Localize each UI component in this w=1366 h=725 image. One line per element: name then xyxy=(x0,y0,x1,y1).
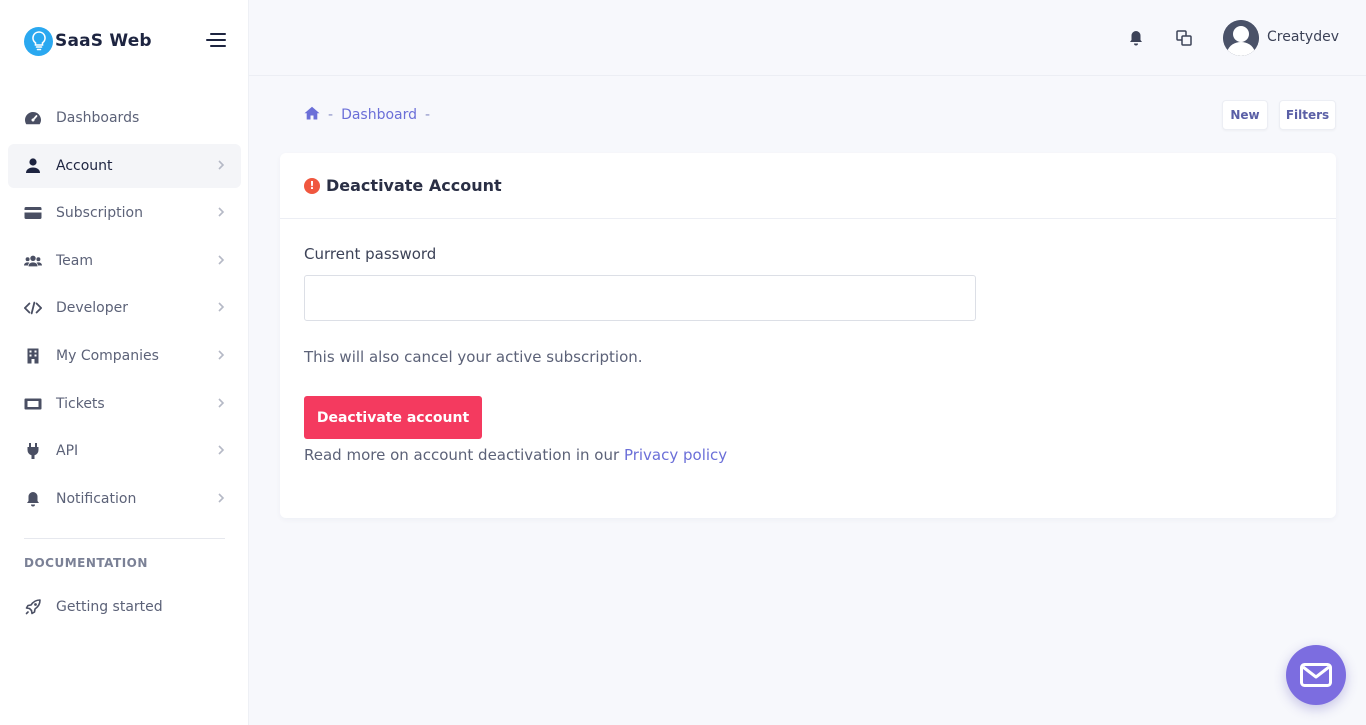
lightbulb-logo-icon xyxy=(24,26,53,56)
envelope-icon xyxy=(1300,663,1332,687)
privacy-policy-link[interactable]: Privacy policy xyxy=(624,446,727,464)
avatar[interactable] xyxy=(1223,20,1259,56)
sidebar-item-label: Getting started xyxy=(56,599,163,615)
building-icon xyxy=(24,347,42,365)
current-password-label: Current password xyxy=(304,245,437,263)
chevron-right-icon xyxy=(218,445,225,455)
sidebar-item-developer[interactable]: Developer xyxy=(8,286,241,330)
sidebar-item-api[interactable]: API xyxy=(8,429,241,473)
copy-icon[interactable] xyxy=(1174,28,1194,48)
rocket-icon xyxy=(24,598,42,616)
breadcrumb-item-dashboard[interactable]: Dashboard xyxy=(341,107,417,123)
sidebar-item-label: Subscription xyxy=(56,205,143,222)
chevron-right-icon xyxy=(218,350,225,360)
username[interactable]: Creatydev xyxy=(1267,29,1339,45)
card-header: ! Deactivate Account xyxy=(280,153,1336,219)
user-icon xyxy=(24,157,42,175)
sidebar-nav: Dashboards Account Subscription Team Dev… xyxy=(8,96,241,524)
credit-card-icon xyxy=(24,204,42,222)
chevron-right-icon xyxy=(218,397,225,408)
deactivate-account-card: ! Deactivate Account Current password Th… xyxy=(280,153,1336,518)
chevron-right-icon xyxy=(218,255,225,265)
sidebar-item-team[interactable]: Team xyxy=(8,239,241,283)
sidebar-item-label: Dashboards xyxy=(56,110,140,126)
sidebar-item-label: My Companies xyxy=(56,347,159,364)
deactivate-account-button[interactable]: Deactivate account xyxy=(304,396,482,439)
ticket-icon xyxy=(24,395,42,413)
dashboard-icon xyxy=(24,109,42,127)
brand-name: SaaS Web xyxy=(55,31,152,51)
new-button[interactable]: New xyxy=(1222,100,1268,130)
sidebar: SaaS Web Dashboards Account Subscription xyxy=(0,0,249,725)
breadcrumb: - Dashboard - xyxy=(304,106,438,124)
sidebar-item-label: API xyxy=(56,443,79,460)
sidebar-item-label: Notification xyxy=(56,490,137,507)
home-icon[interactable] xyxy=(304,106,320,124)
chevron-right-icon xyxy=(218,493,225,503)
sidebar-item-getting-started[interactable]: Getting started xyxy=(8,585,241,629)
sidebar-item-account[interactable]: Account xyxy=(8,143,241,188)
breadcrumb-separator: - xyxy=(328,107,334,123)
sidebar-item-my-companies[interactable]: My Companies xyxy=(8,334,241,378)
readmore-prefix: Read more on account deactivation in our xyxy=(304,446,624,464)
current-password-input[interactable] xyxy=(304,275,976,321)
bell-icon[interactable] xyxy=(1126,28,1146,48)
brand[interactable]: SaaS Web xyxy=(24,26,152,56)
users-icon xyxy=(24,252,42,270)
sidebar-item-notification[interactable]: Notification xyxy=(8,477,241,521)
section-heading-documentation: DOCUMENTATION xyxy=(24,556,148,570)
topbar: Creatydev xyxy=(249,0,1366,76)
chevron-right-icon xyxy=(218,160,225,170)
mail-fab-button[interactable] xyxy=(1286,645,1346,705)
breadcrumb-separator: - xyxy=(425,107,431,123)
sidebar-divider xyxy=(24,538,225,539)
code-icon xyxy=(24,299,42,317)
sidebar-item-subscription[interactable]: Subscription xyxy=(8,191,241,235)
sidebar-item-dashboards[interactable]: Dashboards xyxy=(8,96,241,140)
sidebar-item-label: Developer xyxy=(56,300,129,317)
exclamation-circle-icon: ! xyxy=(304,177,320,194)
plug-icon xyxy=(24,442,42,460)
filters-button[interactable]: Filters xyxy=(1279,100,1336,130)
readmore-text: Read more on account deactivation in our… xyxy=(304,446,727,464)
sidebar-item-label: Team xyxy=(56,252,94,269)
chevron-right-icon xyxy=(218,302,225,312)
menu-toggle-icon[interactable] xyxy=(206,31,226,49)
sidebar-item-tickets[interactable]: Tickets xyxy=(8,382,241,426)
cancel-subscription-note: This will also cancel your active subscr… xyxy=(304,348,643,366)
sidebar-item-label: Tickets xyxy=(56,395,105,412)
sidebar-item-label: Account xyxy=(56,157,113,174)
card-title: Deactivate Account xyxy=(326,176,502,195)
bell-icon xyxy=(24,490,42,508)
chevron-right-icon xyxy=(218,207,225,217)
